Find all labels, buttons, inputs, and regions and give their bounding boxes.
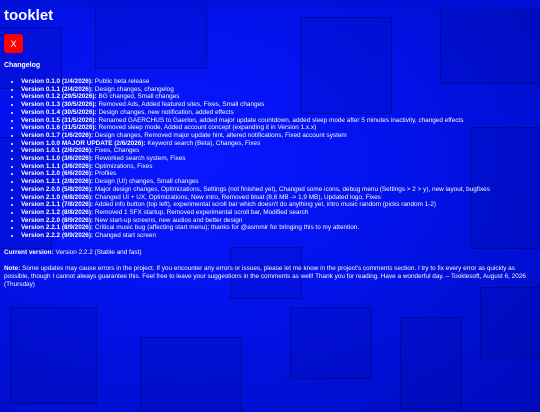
list-item: Version 2.1.0 (6/8/2026): Changed UI + U… bbox=[21, 194, 536, 202]
list-item: Version 1.1.0 (3/6/2026): Reworked searc… bbox=[21, 155, 536, 163]
list-item: Version 0.1.1 (2/4/2026): Design changes… bbox=[21, 86, 536, 94]
list-item: Version 0.1.5 (31/5/2026): Renamed GAERC… bbox=[21, 117, 536, 125]
list-item: Version 1.0.1 (2/6/2026): Fixes, Changes bbox=[21, 147, 536, 155]
note-text: Some updates may cause errors in the pro… bbox=[4, 264, 526, 288]
bg-tile bbox=[140, 337, 242, 412]
close-icon: X bbox=[10, 38, 17, 49]
list-item: Version 2.2.2 (9/9/2026): Changed start … bbox=[21, 232, 536, 240]
list-item: Version 2.1.2 (8/8/2026): Removed 1 SFX … bbox=[21, 209, 536, 217]
current-version-label: Current version: bbox=[4, 248, 54, 256]
close-button[interactable]: X bbox=[4, 34, 23, 53]
bg-tile bbox=[10, 307, 97, 404]
list-item: Version 1.2.1 (2/8/2026): Design (UI) ch… bbox=[21, 178, 536, 186]
list-item: Version 2.2.1 (8/9/2026): Critical music… bbox=[21, 224, 536, 232]
changelog-list: Version 0.1.0 (1/4/2026): Public beta re… bbox=[4, 78, 536, 240]
app-title: tooklet bbox=[4, 7, 54, 24]
list-item: Version 1.0.0 MAJOR UPDATE (2/6/2026): K… bbox=[21, 140, 536, 148]
list-item: Version 0.1.2 (29/5/2026): BG changed, S… bbox=[21, 93, 536, 101]
note: Note: Some updates may cause errors in t… bbox=[4, 265, 536, 289]
list-item: Version 1.1.1 (3/6/2026): Optimizations,… bbox=[21, 163, 536, 171]
list-item: Version 2.1.1 (7/8/2026): Added info but… bbox=[21, 201, 536, 209]
current-version-value: Version 2.2.2 (Stable and fast) bbox=[53, 248, 142, 256]
list-item: Version 2.0.0 (5/8/2026): Major design c… bbox=[21, 186, 536, 194]
current-version: Current version: Version 2.2.2 (Stable a… bbox=[4, 249, 536, 257]
list-item: Version 2.2.0 (8/9/2026): New start-up s… bbox=[21, 217, 536, 225]
note-label: Note: bbox=[4, 264, 21, 272]
list-item: Version 0.1.4 (30/5/2026): Design change… bbox=[21, 109, 536, 117]
list-item: Version 0.1.3 (30/5/2026): Removed Ads, … bbox=[21, 101, 536, 109]
list-item: Version 1.2.0 (6/6/2026): Profiles bbox=[21, 170, 536, 178]
list-item: Version 0.1.0 (1/4/2026): Public beta re… bbox=[21, 78, 536, 86]
bg-tile bbox=[480, 287, 540, 359]
bg-tile bbox=[400, 317, 462, 409]
changelog-heading: Changelog bbox=[4, 62, 41, 69]
list-item: Version 0.1.6 (31/5/2026): Removed sleep… bbox=[21, 124, 536, 132]
list-item: Version 0.1.7 (1/6/2026): Design changes… bbox=[21, 132, 536, 140]
bg-tile bbox=[290, 307, 372, 379]
changelog-page: tooklet X Changelog Version 0.1.0 (1/4/2… bbox=[0, 7, 540, 289]
